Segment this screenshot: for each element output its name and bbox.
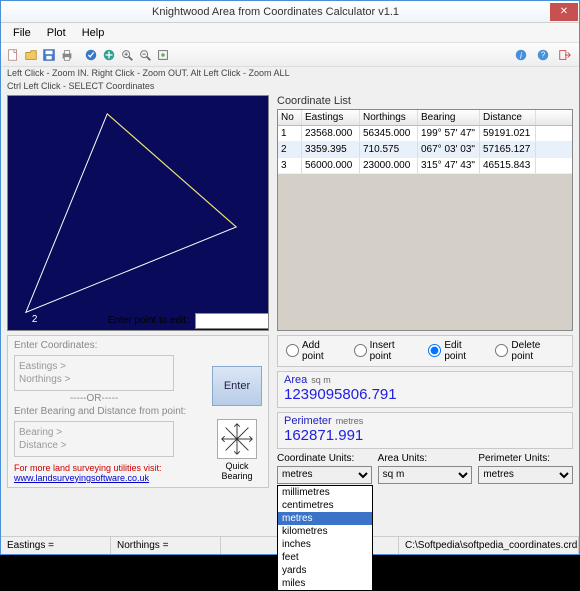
- info-icon[interactable]: i: [513, 47, 529, 63]
- menu-file[interactable]: File: [5, 25, 39, 41]
- option-miles[interactable]: miles: [278, 577, 372, 590]
- option-metres[interactable]: metres: [278, 512, 372, 525]
- coords-box: Eastings > Northings >: [14, 355, 174, 391]
- or-label: -----OR-----: [14, 393, 174, 404]
- app-window: Knightwood Area from Coordinates Calcula…: [0, 0, 580, 555]
- hint-line1: Left Click - Zoom IN. Right Click - Zoom…: [1, 67, 579, 80]
- col-no[interactable]: No: [278, 110, 302, 125]
- circle-blue-icon[interactable]: [83, 47, 99, 63]
- quick-bearing-label: Quick Bearing: [212, 461, 262, 481]
- status-filepath: C:\Softpedia\softpedia_coordinates.crd: [399, 537, 579, 554]
- compass-icon[interactable]: [217, 419, 257, 459]
- status-northings: Northings =: [111, 537, 221, 554]
- option-millimetres[interactable]: millimetres: [278, 486, 372, 499]
- units-row: Coordinate Units: metres Area Units: sq …: [277, 453, 573, 484]
- northings-label: Northings >: [19, 373, 169, 386]
- mode-edit[interactable]: Edit point: [428, 340, 485, 362]
- enter-bearing-label: Enter Bearing and Distance from point:: [14, 406, 262, 417]
- perim-units-label: Perimeter Units:: [478, 453, 573, 464]
- eastings-label: Eastings >: [19, 360, 169, 373]
- bearing-label: Bearing >: [19, 426, 169, 439]
- menu-plot[interactable]: Plot: [39, 25, 74, 41]
- enter-coords-label: Enter Coordinates:: [14, 340, 262, 351]
- window-title: Knightwood Area from Coordinates Calcula…: [1, 6, 550, 18]
- bearing-box: Bearing > Distance >: [14, 421, 174, 457]
- toolbar: i ?: [1, 43, 579, 67]
- mode-box: Add point Insert point Edit point Delete…: [277, 335, 573, 367]
- area-box: Area sq m 1239095806.791: [277, 371, 573, 408]
- perimeter-box: Perimeter metres 162871.991: [277, 412, 573, 449]
- coord-table: No Eastings Northings Bearing Distance 1…: [277, 109, 573, 331]
- col-distance[interactable]: Distance: [480, 110, 536, 125]
- area-value: 1239095806.791: [284, 386, 566, 403]
- perimeter-unit: metres: [336, 416, 364, 426]
- zoom-all-icon[interactable]: [155, 47, 171, 63]
- perimeter-label: Perimeter: [284, 415, 332, 427]
- enter-button[interactable]: Enter: [212, 366, 262, 406]
- perim-units-select[interactable]: metres: [478, 466, 573, 484]
- col-eastings[interactable]: Eastings: [302, 110, 360, 125]
- close-button[interactable]: ✕: [550, 3, 578, 21]
- col-northings[interactable]: Northings: [360, 110, 418, 125]
- plot-canvas[interactable]: 2: [7, 95, 269, 331]
- option-centimetres[interactable]: centimetres: [278, 499, 372, 512]
- table-row[interactable]: 3 56000.000 23000.000 315° 47' 43" 46515…: [278, 158, 572, 174]
- table-row[interactable]: 2 3359.395 710.575 067° 03' 03" 57165.12…: [278, 142, 572, 158]
- menubar: File Plot Help: [1, 23, 579, 43]
- option-kilometres[interactable]: kilometres: [278, 525, 372, 538]
- print-icon[interactable]: [59, 47, 75, 63]
- area-label: Area: [284, 374, 307, 386]
- coord-units-dropdown[interactable]: millimetres centimetres metres kilometre…: [277, 485, 373, 591]
- option-feet[interactable]: feet: [278, 551, 372, 564]
- zoom-in-icon[interactable]: [119, 47, 135, 63]
- edit-label: Enter point to edit:: [108, 315, 189, 326]
- svg-text:?: ?: [541, 50, 546, 59]
- table-header: No Eastings Northings Bearing Distance: [278, 110, 572, 126]
- open-icon[interactable]: [23, 47, 39, 63]
- table-row[interactable]: 1 23568.000 56345.000 199° 57' 47" 59191…: [278, 126, 572, 142]
- col-bearing[interactable]: Bearing: [418, 110, 480, 125]
- menu-help[interactable]: Help: [74, 25, 113, 41]
- mode-delete[interactable]: Delete point: [495, 340, 564, 362]
- save-icon[interactable]: [41, 47, 57, 63]
- titlebar: Knightwood Area from Coordinates Calcula…: [1, 1, 579, 23]
- edit-point-row: Enter point to edit:: [7, 311, 269, 331]
- edit-point-input[interactable]: [195, 313, 269, 329]
- option-yards[interactable]: yards: [278, 564, 372, 577]
- area-unit: sq m: [311, 375, 331, 385]
- option-inches[interactable]: inches: [278, 538, 372, 551]
- coord-units-select[interactable]: metres: [277, 466, 372, 484]
- entry-panel: Enter Coordinates: Eastings > Northings …: [7, 335, 269, 488]
- coord-list-title: Coordinate List: [277, 95, 573, 107]
- circle-teal-icon[interactable]: [101, 47, 117, 63]
- exit-icon[interactable]: [557, 47, 573, 63]
- quick-bearing-box: Quick Bearing: [212, 419, 262, 481]
- zoom-out-icon[interactable]: [137, 47, 153, 63]
- distance-label: Distance >: [19, 439, 169, 452]
- hint-line2: Ctrl Left Click - SELECT Coordinates: [1, 80, 579, 93]
- perimeter-value: 162871.991: [284, 427, 566, 444]
- coord-units-label: Coordinate Units:: [277, 453, 372, 464]
- status-eastings: Eastings =: [1, 537, 111, 554]
- area-units-select[interactable]: sq m: [378, 466, 473, 484]
- area-units-label: Area Units:: [378, 453, 473, 464]
- new-icon[interactable]: [5, 47, 21, 63]
- help-icon[interactable]: ?: [535, 47, 551, 63]
- mode-insert[interactable]: Insert point: [354, 340, 419, 362]
- mode-add[interactable]: Add point: [286, 340, 344, 362]
